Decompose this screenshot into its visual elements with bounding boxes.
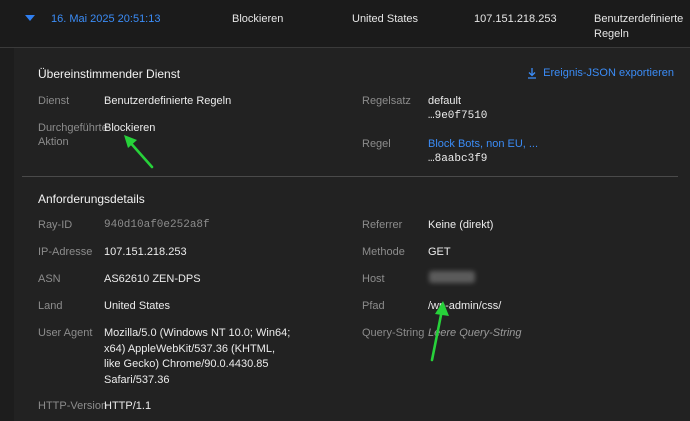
asn-value: AS62610 ZEN-DPS <box>104 273 201 285</box>
path-label: Pfad <box>362 300 385 312</box>
http-version-label: HTTP-Version <box>38 400 108 412</box>
arrow-icon <box>124 135 154 169</box>
event-service: Benutzerdefinierte Regeln <box>594 12 683 42</box>
section-divider <box>22 176 678 177</box>
http-version-value: HTTP/1.1 <box>104 400 152 412</box>
event-date: 16. Mai 2025 20:51:13 <box>51 13 161 25</box>
query-string-label: Query-String <box>362 327 425 339</box>
ray-id-value: 940d10af0e252a8f <box>104 219 210 231</box>
chevron-down-icon[interactable] <box>25 15 35 21</box>
action-label-line2: Aktion <box>38 136 69 148</box>
export-json-label: Ereignis-JSON exportieren <box>543 67 674 79</box>
referrer-label: Referrer <box>362 219 403 231</box>
event-service-line2: Regeln <box>594 28 629 40</box>
asn-label: ASN <box>38 273 61 285</box>
user-agent-line2: x64) AppleWebKit/537.36 (KHTML, <box>104 342 275 355</box>
action-label: Durchgeführte Aktion <box>38 121 108 149</box>
ray-id-label: Ray-ID <box>38 219 73 231</box>
ruleset-value: default <box>428 95 462 107</box>
event-country: United States <box>352 13 419 25</box>
ip-address-label: IP-Adresse <box>38 246 93 258</box>
event-action: Blockieren <box>232 13 284 25</box>
ruleset-id: …9e0f7510 <box>428 110 488 122</box>
host-label: Host <box>362 273 385 285</box>
service-value: Benutzerdefinierte Regeln <box>104 95 232 107</box>
matched-service-title: Übereinstimmender Dienst <box>38 67 181 81</box>
event-ip: 107.151.218.253 <box>474 13 557 25</box>
ruleset-label: Regelsatz <box>362 95 411 107</box>
method-value: GET <box>428 246 451 258</box>
referrer-value: Keine (direkt) <box>428 219 494 231</box>
user-agent-value: Mozilla/5.0 (Windows NT 10.0; Win64; x64… <box>104 326 290 388</box>
export-json-link[interactable]: Ereignis-JSON exportieren <box>527 67 674 79</box>
service-label: Dienst <box>38 95 70 107</box>
country-value: United States <box>104 300 171 312</box>
rule-link[interactable]: Block Bots, non EU, ... <box>428 137 538 151</box>
download-icon <box>528 67 537 79</box>
user-agent-line1: Mozilla/5.0 (Windows NT 10.0; Win64; <box>104 327 291 339</box>
rule-label: Regel <box>362 138 391 150</box>
user-agent-line4: Safari/537.36 <box>104 373 170 386</box>
rule-id: …8aabc3f9 <box>428 153 488 165</box>
arrow-icon <box>430 301 449 362</box>
country-label: Land <box>38 300 63 312</box>
request-details-title: Anforderungsdetails <box>38 192 145 206</box>
event-summary-row[interactable]: 16. Mai 2025 20:51:13 Blockieren United … <box>0 0 690 48</box>
method-label: Methode <box>362 246 405 258</box>
ip-address-value: 107.151.218.253 <box>104 246 187 258</box>
event-service-line1: Benutzerdefinierte <box>594 13 684 25</box>
action-label-line1: Durchgeführte <box>38 122 108 134</box>
user-agent-label: User Agent <box>38 327 93 339</box>
user-agent-line3: like Gecko) Chrome/90.0.4430.85 <box>104 358 269 370</box>
host-value-redacted <box>429 271 475 283</box>
